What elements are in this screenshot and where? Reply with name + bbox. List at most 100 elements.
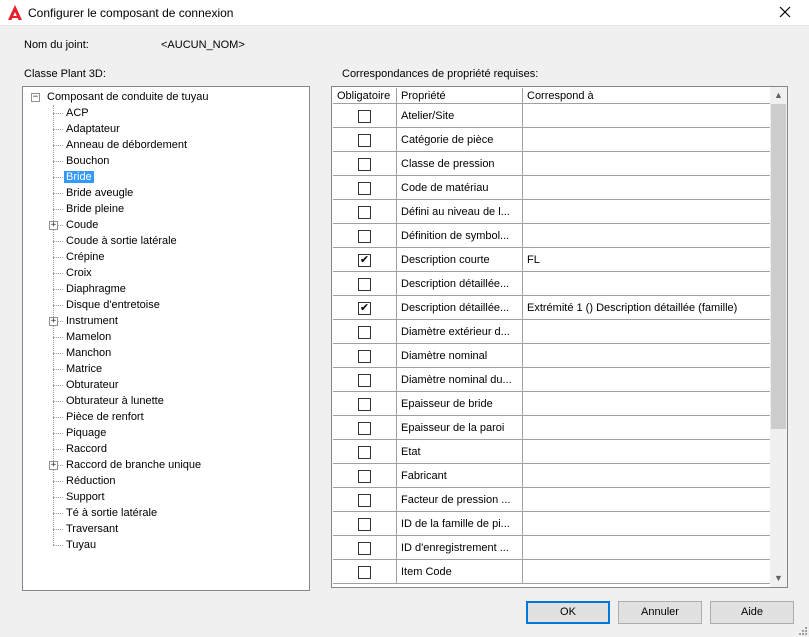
tree-item[interactable]: Tuyau [64,537,98,553]
table-row[interactable]: ID de la famille de pi... [333,512,772,536]
maps-to-cell[interactable] [523,368,772,392]
required-checkbox[interactable] [358,326,371,339]
maps-to-cell[interactable] [523,416,772,440]
maps-to-cell[interactable] [523,560,772,584]
table-row[interactable]: Défini au niveau de l... [333,200,772,224]
tree-item[interactable]: Obturateur [64,377,121,393]
collapse-icon[interactable]: − [31,93,40,102]
required-checkbox[interactable] [358,278,371,291]
required-checkbox[interactable] [358,158,371,171]
maps-to-cell[interactable]: Extrémité 1 () Description détaillée (fa… [523,296,772,320]
required-checkbox[interactable] [358,422,371,435]
tree-item[interactable]: Bride pleine [64,201,126,217]
maps-to-cell[interactable] [523,152,772,176]
required-checkbox[interactable] [358,542,371,555]
tree-item[interactable]: Réduction [64,473,118,489]
resize-grip-icon[interactable] [797,625,807,635]
table-row[interactable]: ID d'enregistrement ... [333,536,772,560]
required-checkbox[interactable] [358,398,371,411]
maps-to-cell[interactable] [523,224,772,248]
tree-item[interactable]: Instrument [64,313,120,329]
column-header-required[interactable]: Obligatoire [333,88,397,104]
table-row[interactable]: Diamètre extérieur d... [333,320,772,344]
table-row[interactable]: ✔ Description détaillée... Extrémité 1 () … [333,296,772,320]
expand-icon[interactable]: + [49,461,58,470]
required-checkbox[interactable] [358,470,371,483]
required-checkbox[interactable]: ✔ [358,254,371,267]
tree-item[interactable]: Bride aveugle [64,185,135,201]
tree-item[interactable]: Disque d'entretoise [64,297,162,313]
maps-to-cell[interactable] [523,344,772,368]
tree-item[interactable]: Bride [64,169,94,185]
cancel-button[interactable]: Annuler [618,601,702,624]
tree-item[interactable]: Coude [64,217,100,233]
table-row[interactable]: Atelier/Site [333,104,772,128]
tree-item[interactable]: Traversant [64,521,120,537]
tree-item[interactable]: Raccord de branche unique [64,457,203,473]
required-checkbox[interactable] [358,134,371,147]
maps-to-cell[interactable] [523,488,772,512]
ok-button[interactable]: OK [526,601,610,624]
maps-to-cell[interactable] [523,320,772,344]
maps-to-cell[interactable] [523,128,772,152]
tree-item[interactable]: Diaphragme [64,281,128,297]
table-row[interactable]: Catégorie de pièce [333,128,772,152]
help-button[interactable]: Aide [710,601,794,624]
table-row[interactable]: Fabricant [333,464,772,488]
column-header-property[interactable]: Propriété [397,88,523,104]
expand-icon[interactable]: + [49,221,58,230]
maps-to-cell[interactable] [523,104,772,128]
tree-item[interactable]: Matrice [64,361,104,377]
tree-root-item[interactable]: − Composant de conduite de tuyau [31,89,210,105]
tree-item[interactable]: Pièce de renfort [64,409,146,425]
scroll-thumb[interactable] [771,104,786,429]
maps-to-cell[interactable] [523,200,772,224]
required-checkbox[interactable] [358,446,371,459]
maps-to-cell[interactable] [523,272,772,296]
scroll-up-icon[interactable]: ▲ [770,87,787,104]
table-row[interactable]: Facteur de pression ... [333,488,772,512]
tree-item[interactable]: Anneau de débordement [64,137,189,153]
maps-to-cell[interactable] [523,392,772,416]
property-mapping-grid[interactable]: Obligatoire Propriété Correspond à Ateli… [331,86,788,588]
tree-item[interactable]: Raccord [64,441,109,457]
required-checkbox[interactable] [358,350,371,363]
tree-item[interactable]: Manchon [64,345,113,361]
tree-item[interactable]: Bouchon [64,153,111,169]
tree-item[interactable]: Té à sortie latérale [64,505,159,521]
table-row[interactable]: Description détaillée... [333,272,772,296]
tree-item[interactable]: ACP [64,105,91,121]
close-icon[interactable] [777,4,793,20]
scroll-down-icon[interactable]: ▼ [770,570,787,587]
required-checkbox[interactable] [358,206,371,219]
maps-to-cell[interactable]: FL [523,248,772,272]
tree-item[interactable]: Mamelon [64,329,113,345]
maps-to-cell[interactable] [523,536,772,560]
required-checkbox[interactable] [358,374,371,387]
tree-item[interactable]: Coude à sortie latérale [64,233,179,249]
tree-item[interactable]: Croix [64,265,94,281]
column-header-maps-to[interactable]: Correspond à [523,88,772,104]
required-checkbox[interactable] [358,110,371,123]
tree-item[interactable]: Adaptateur [64,121,122,137]
table-row[interactable]: Définition de symbol... [333,224,772,248]
expand-icon[interactable]: + [49,317,58,326]
tree-item[interactable]: Crépine [64,249,107,265]
table-row[interactable]: Epaisseur de la paroi [333,416,772,440]
tree-item[interactable]: Piquage [64,425,108,441]
tree-item[interactable]: Obturateur à lunette [64,393,166,409]
maps-to-cell[interactable] [523,512,772,536]
table-row[interactable]: Etat [333,440,772,464]
tree-item[interactable]: Support [64,489,107,505]
table-row[interactable]: Diamètre nominal du... [333,368,772,392]
table-row[interactable]: Diamètre nominal [333,344,772,368]
table-row[interactable]: Item Code [333,560,772,584]
required-checkbox[interactable] [358,182,371,195]
class-tree[interactable]: − Composant de conduite de tuyau ACP Adapta… [22,86,310,591]
grid-scrollbar[interactable]: ▲ ▼ [770,87,787,587]
maps-to-cell[interactable] [523,440,772,464]
required-checkbox[interactable] [358,566,371,579]
table-row[interactable]: Classe de pression [333,152,772,176]
required-checkbox[interactable]: ✔ [358,302,371,315]
maps-to-cell[interactable] [523,464,772,488]
